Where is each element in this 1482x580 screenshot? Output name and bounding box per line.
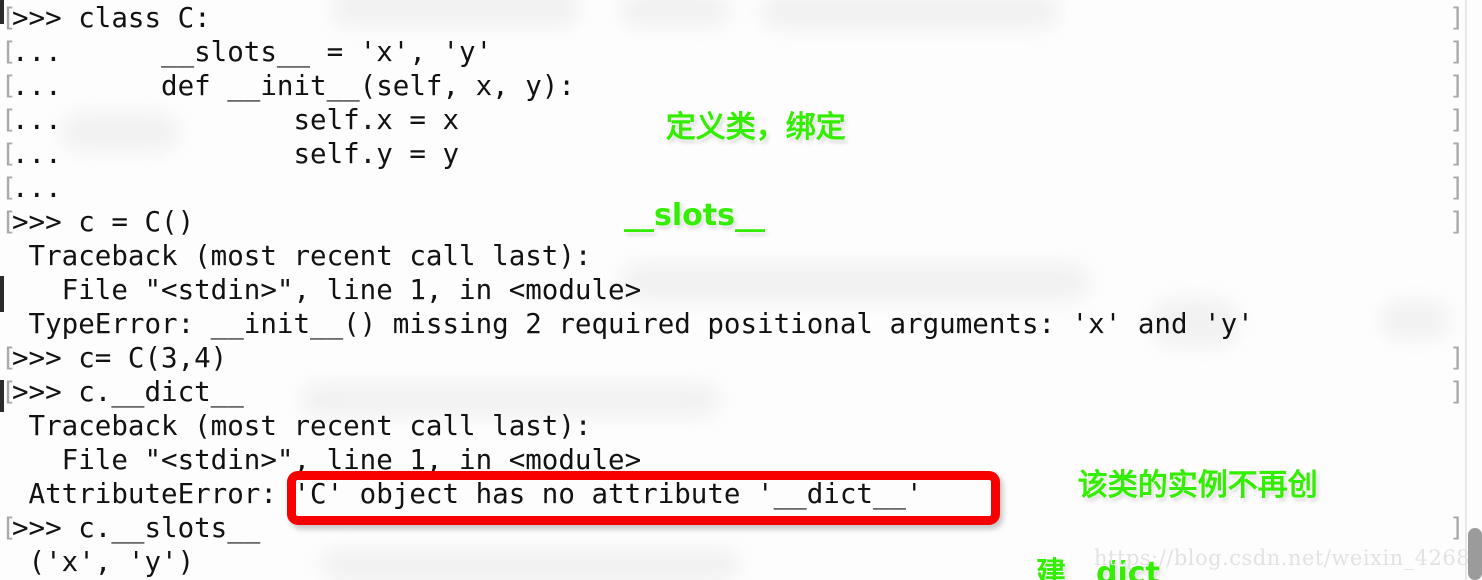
terminal-line-text: >>> c.__slots__	[12, 512, 261, 544]
terminal-line-text: ... self.y = y	[12, 138, 460, 170]
terminal-line: >>> c.__dict__	[12, 375, 244, 409]
terminal-line-text: ... def __init__(self, x, y):	[12, 70, 575, 102]
annotation-1-line-2: __slots__	[622, 196, 768, 236]
terminal-line: Traceback (most recent call last):	[12, 239, 592, 273]
terminal-line: File "<stdin>", line 1, in <module>	[12, 273, 642, 307]
annotation-2-line-1: 该类的实例不再创	[1075, 466, 1320, 506]
attribute-error-highlight-box	[287, 471, 1000, 525]
terminal-line: Traceback (most recent call last):	[12, 409, 592, 443]
terminal-line: >>> class C:	[12, 1, 211, 35]
terminal-line: ... self.x = x	[12, 103, 459, 137]
terminal-line-text: File "<stdin>", line 1, in <module>	[12, 274, 642, 306]
terminal-line: >>> c.__slots__	[12, 511, 260, 545]
terminal-line-text: ...	[12, 172, 62, 204]
terminal-line-text: Traceback (most recent call last):	[12, 410, 592, 442]
terminal-line: >>> c= C(3,4)	[12, 341, 227, 375]
terminal-line-text: >>> c= C(3,4)	[12, 342, 228, 374]
wrap-bracket-right: ]	[1449, 37, 1465, 67]
wrap-bracket-right: ]	[1449, 207, 1465, 237]
terminal-line-text: ... self.x = x	[12, 104, 460, 136]
annotation-1-line-1: 定义类，绑定	[663, 108, 848, 148]
annotation-define-class-bind-slots: 定义类，绑定 __slots__	[622, 62, 849, 326]
wrap-bracket-right: ]	[1449, 105, 1465, 135]
python-shell-screenshot: [] >>> class C:[]... __slots__ = 'x', 'y'…	[0, 0, 1482, 580]
wrap-bracket-right: ]	[1449, 3, 1465, 33]
terminal-line: ... self.y = y	[12, 137, 459, 171]
wrap-bracket-right: ]	[1449, 173, 1465, 203]
terminal-line-text: ('x', 'y')	[12, 546, 195, 578]
wrap-bracket-right: ]	[1449, 513, 1465, 543]
terminal-line: ... __slots__ = 'x', 'y'	[12, 35, 492, 69]
terminal-line-text: ... __slots__ = 'x', 'y'	[12, 36, 493, 68]
wrap-bracket-right: ]	[1449, 377, 1465, 407]
wrap-bracket-right: ]	[1449, 343, 1465, 373]
terminal-line-text: Traceback (most recent call last):	[12, 240, 592, 272]
terminal-line-text: >>> class C:	[12, 2, 211, 34]
wrap-bracket-right: ]	[1449, 139, 1465, 169]
terminal-line: ('x', 'y')	[12, 545, 195, 579]
watermark: https://blog.csdn.net/weixin_42681866	[1094, 546, 1482, 570]
terminal-line: >>> c = C()	[12, 205, 194, 239]
terminal-line: ...	[12, 171, 62, 205]
wrap-bracket-right: ]	[1449, 71, 1465, 101]
terminal-line-text: >>> c.__dict__	[12, 376, 244, 408]
vertical-scrollbar-thumb[interactable]	[1468, 528, 1482, 580]
terminal-line: ... def __init__(self, x, y):	[12, 69, 575, 103]
terminal-line-text: >>> c = C()	[12, 206, 195, 238]
